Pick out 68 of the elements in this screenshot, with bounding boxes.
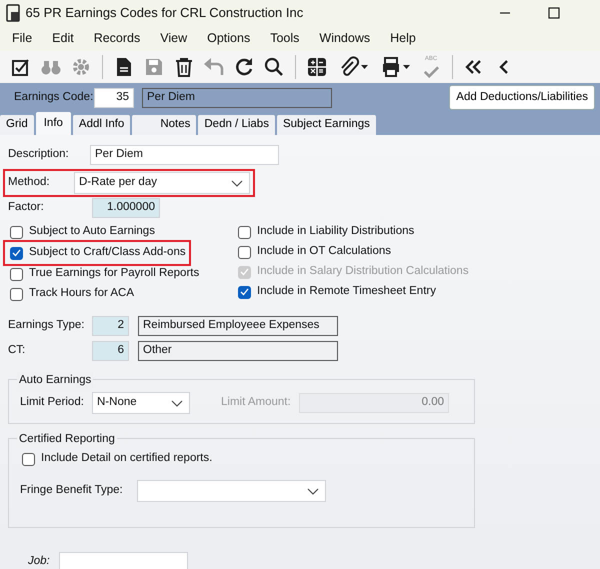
field-label: Earnings Type: — [8, 318, 86, 334]
limit-amount-field: 0.00 — [299, 393, 449, 413]
tab[interactable]: Info — [36, 112, 71, 135]
menu-item[interactable]: Windows — [309, 29, 380, 48]
field-label: Limit Amount: — [221, 395, 292, 410]
field-label: Limit Period: — [20, 395, 85, 410]
trash-icon — [173, 56, 195, 78]
factor-field[interactable]: 1.000000 — [92, 198, 160, 218]
description-display: Reimbursed Employeee Expenses — [138, 316, 338, 336]
description-field[interactable]: Per Diem — [90, 145, 279, 165]
menu-item[interactable]: Edit — [42, 29, 84, 48]
checkbox-box[interactable] — [10, 268, 23, 280]
gear-icon — [70, 56, 92, 78]
maximize-icon[interactable] — [548, 7, 560, 19]
checkbox-box[interactable] — [238, 226, 251, 238]
save-icon — [143, 56, 165, 78]
menu-item[interactable]: Options — [197, 29, 260, 48]
field-label: Description: — [8, 147, 70, 162]
field-label: CT: — [8, 343, 26, 358]
tab[interactable]: Subject Earnings — [276, 115, 376, 135]
tab[interactable]: Dedn / Liabs — [198, 115, 275, 135]
checkbox-label[interactable]: Subject to Craft/Class Add-ons — [29, 244, 186, 262]
checkbox-label[interactable]: Include in Remote Timesheet Entry — [257, 283, 436, 301]
method-dropdown[interactable]: D-Rate per day — [74, 172, 250, 194]
printer-icon — [380, 56, 402, 78]
checkbox-label: Include in Salary Distribution Calculations — [257, 264, 469, 280]
menu-item[interactable]: Records — [84, 29, 150, 48]
undo-icon — [203, 56, 225, 78]
menu-item[interactable]: Help — [380, 29, 426, 48]
tab[interactable]: Grid — [0, 115, 34, 135]
chevron-down-icon — [231, 180, 243, 186]
description-display: Per Diem — [142, 88, 332, 108]
code-field[interactable]: 35 — [94, 88, 134, 108]
limit-period-dropdown[interactable]: N-None — [92, 392, 190, 414]
menu-item[interactable]: Tools — [260, 29, 310, 48]
tab[interactable]: Notes — [132, 115, 196, 135]
add-deductions-button[interactable]: Add Deductions/Liabilities — [449, 84, 595, 110]
chevron-down-icon — [171, 400, 183, 406]
search-icon — [263, 56, 285, 78]
menu-item[interactable]: File — [2, 29, 42, 48]
field-label: Method: — [8, 175, 51, 190]
app-icon — [6, 4, 20, 22]
menu-item[interactable]: View — [150, 29, 198, 48]
checkbox-box[interactable] — [238, 286, 251, 298]
refresh-icon — [233, 56, 255, 78]
checkbox-label[interactable]: Include in OT Calculations — [257, 243, 392, 261]
description-display: Other — [138, 341, 338, 361]
code-field[interactable]: 6 — [92, 341, 129, 361]
code-field[interactable]: 2 — [92, 316, 129, 336]
checkbox-box[interactable] — [238, 246, 251, 258]
checkbox-label[interactable]: True Earnings for Payroll Reports — [29, 265, 200, 283]
checkbox-box[interactable] — [22, 452, 35, 466]
field-label: Fringe Benefit Type: — [20, 483, 124, 498]
checkbox-label[interactable]: Include Detail on certified reports. — [41, 450, 212, 468]
checkbox-box[interactable] — [10, 226, 23, 238]
checkbox-label[interactable]: Subject to Auto Earnings — [29, 223, 155, 241]
field-label: Job: — [28, 554, 51, 569]
checkbox-label[interactable]: Track Hours for ACA — [29, 285, 134, 303]
window-title: 65 PR Earnings Codes for CRL Construction Inc — [26, 4, 304, 22]
field-label: Earnings Code: — [14, 90, 94, 105]
job-field[interactable] — [59, 552, 188, 569]
checkbox-box[interactable] — [10, 288, 23, 300]
tab[interactable]: Addl Info — [72, 115, 130, 135]
calculator-icon — [306, 56, 328, 78]
chevron-down-icon — [307, 488, 319, 494]
checkbox-box[interactable] — [10, 246, 23, 260]
field-label: Factor: — [8, 200, 45, 216]
checkbox-label[interactable]: Include in Liability Distributions — [257, 223, 414, 241]
